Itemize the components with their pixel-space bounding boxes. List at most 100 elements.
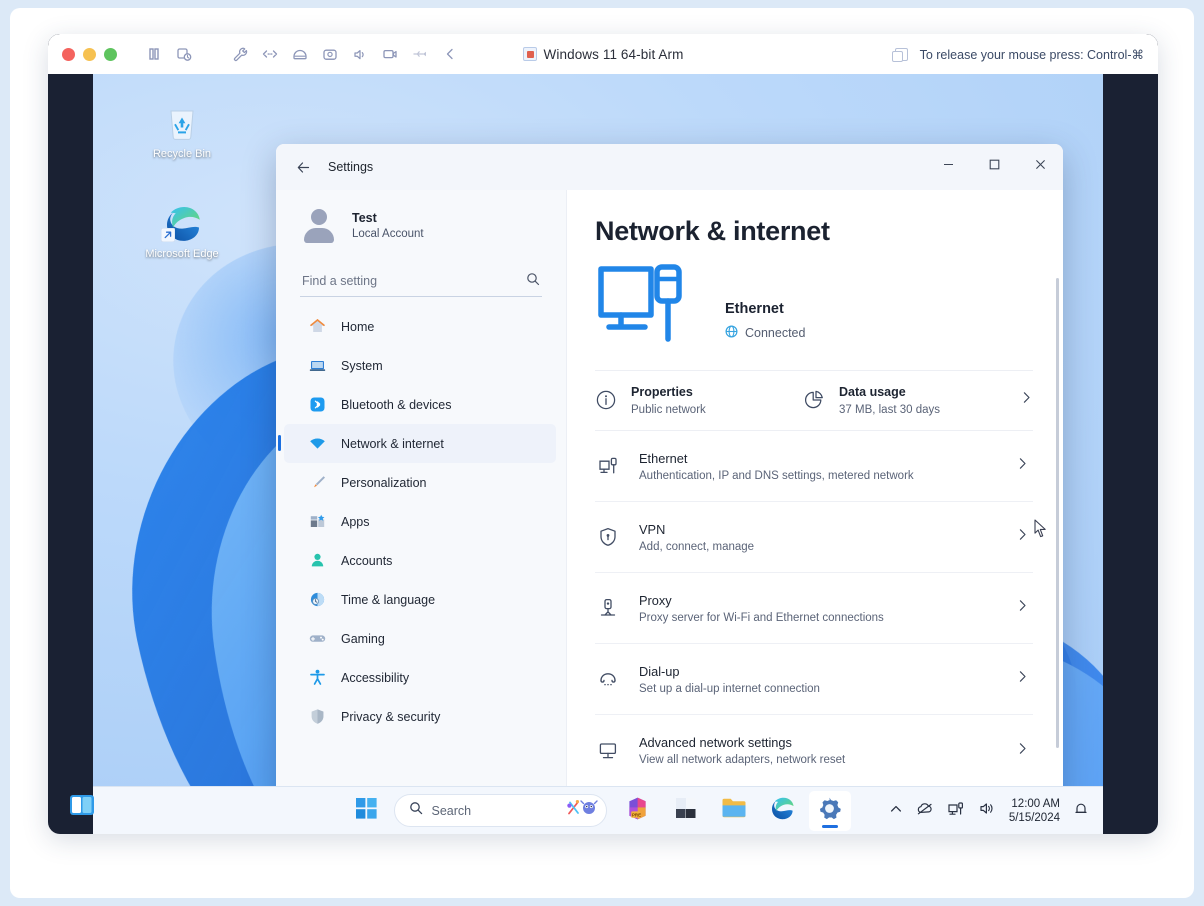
sidebar-toggle-icon	[69, 794, 95, 821]
accounts-icon	[308, 551, 327, 570]
sidebar-item-label: Accessibility	[341, 670, 410, 685]
settings-nav: Home System Bluetooth & devices Network …	[276, 307, 566, 736]
fullscreen-icon[interactable]	[891, 47, 908, 62]
main-scrollbar[interactable]	[1056, 278, 1059, 748]
avatar	[300, 206, 338, 244]
bluetooth-icon	[308, 395, 327, 414]
taskbar-clock[interactable]: 12:00 AM 5/15/2024	[1009, 797, 1060, 825]
row-title: Ethernet	[639, 450, 688, 466]
speaker-icon[interactable]	[978, 801, 996, 821]
chevron-right-icon	[1016, 457, 1029, 475]
taskbar-item-file-explorer[interactable]	[713, 791, 755, 831]
wifi-icon	[308, 434, 327, 453]
chevron-up-icon[interactable]	[889, 802, 903, 821]
panel-toggle-button[interactable]	[56, 785, 108, 829]
quick-action-data-usage[interactable]: Data usage 37 MB, last 30 days	[803, 383, 1033, 416]
sidebar-item-accessibility[interactable]: Accessibility	[284, 658, 556, 697]
taskbar-item-microsoft-edge[interactable]	[761, 791, 803, 831]
minimize-button[interactable]	[925, 144, 971, 184]
sidebar-item-label: Network & internet	[341, 436, 444, 451]
back-button[interactable]	[288, 152, 318, 182]
copilot-icon[interactable]	[566, 797, 600, 824]
speaker-icon[interactable]	[345, 41, 375, 67]
desktop-icon-microsoft-edge[interactable]: Microsoft Edge	[141, 202, 223, 261]
profile-name: Test	[352, 210, 377, 225]
desktop-icon-label: Microsoft Edge	[145, 248, 219, 260]
camera-icon[interactable]	[315, 41, 345, 67]
taskbar-item-settings[interactable]	[808, 790, 851, 831]
recycle-bin-icon	[161, 102, 203, 144]
settings-row-dial-up[interactable]: Dial-up Set up a dial-up internet connec…	[595, 644, 1033, 715]
search-input[interactable]	[300, 274, 542, 288]
snapshot-icon[interactable]	[169, 41, 199, 67]
settings-row-vpn[interactable]: VPN Add, connect, manage	[595, 502, 1033, 573]
sidebar-item-label: Gaming	[341, 631, 385, 646]
disk-icon[interactable]	[285, 41, 315, 67]
brush-icon	[308, 473, 327, 492]
network-code-icon[interactable]	[255, 41, 285, 67]
close-button[interactable]	[1017, 144, 1063, 184]
sidebar-item-label: Apps	[341, 514, 370, 529]
windows-desktop[interactable]: Recycle Bin Microsoft Edge Settings Test…	[93, 74, 1103, 834]
vm-title-text: Windows 11 64-bit Arm	[543, 46, 684, 62]
settings-titlebar: Settings	[276, 144, 1063, 190]
sidebar-item-apps[interactable]: Apps	[284, 502, 556, 541]
minimize-dot[interactable]	[83, 47, 96, 61]
clock-globe-icon	[308, 590, 327, 609]
chevron-right-icon	[1016, 742, 1029, 760]
desktop-icon-recycle-bin[interactable]: Recycle Bin	[141, 102, 223, 161]
sidebar-item-personalization[interactable]: Personalization	[284, 463, 556, 502]
sidebar-item-network-internet[interactable]: Network & internet	[278, 424, 556, 463]
dialup-icon	[595, 668, 621, 690]
settings-body: Test Local Account Find a setting Home S…	[276, 190, 1063, 809]
edge-icon	[769, 795, 795, 826]
sidebar-item-label: Time & language	[341, 592, 436, 607]
taskbar-item-widgets[interactable]	[665, 791, 707, 831]
pause-icon[interactable]	[139, 41, 169, 67]
settings-row-advanced-network-settings[interactable]: Advanced network settings View all netwo…	[595, 715, 1033, 786]
sidebar-item-label: Personalization	[341, 475, 427, 490]
row-title: Proxy	[639, 592, 672, 608]
windows-start-icon	[356, 797, 377, 824]
taskbar-item-microsoft-365[interactable]: PRE	[617, 791, 659, 831]
sidebar-item-accounts[interactable]: Accounts	[284, 541, 556, 580]
sidebar-item-gaming[interactable]: Gaming	[284, 619, 556, 658]
page-title: Network & internet	[595, 216, 830, 246]
search-icon	[409, 801, 423, 820]
sidebar-item-label: Privacy & security	[341, 709, 441, 724]
quick-action-properties[interactable]: Properties Public network	[595, 383, 803, 416]
sidebar-item-privacy-security[interactable]: Privacy & security	[284, 697, 556, 736]
settings-search[interactable]	[300, 266, 542, 297]
bell-icon[interactable]	[1073, 801, 1089, 822]
sidebar-item-bluetooth-devices[interactable]: Bluetooth & devices	[284, 385, 556, 424]
apps-icon	[308, 512, 327, 531]
clock-date: 5/15/2024	[1008, 812, 1060, 824]
chevron-right-icon	[1016, 599, 1029, 617]
sidebar-item-time-language[interactable]: Time & language	[284, 580, 556, 619]
connection-status-label: Connected	[745, 326, 806, 340]
settings-row-ethernet[interactable]: Ethernet Authentication, IP and DNS sett…	[595, 431, 1033, 502]
sidebar-item-label: Accounts	[341, 553, 393, 568]
zoom-dot[interactable]	[104, 47, 117, 61]
settings-row-proxy[interactable]: Proxy Proxy server for Wi-Fi and Etherne…	[595, 573, 1033, 644]
svg-text:PRE: PRE	[632, 812, 641, 817]
sidebar-item-home[interactable]: Home	[284, 307, 556, 346]
row-subtitle: Set up a dial-up internet connection	[639, 682, 820, 695]
cloud-offline-icon[interactable]	[916, 801, 934, 821]
vm-screen: Recycle Bin Microsoft Edge Settings Test…	[93, 74, 1103, 834]
system-tray: 12:00 AM 5/15/2024	[889, 787, 1095, 834]
network-icon[interactable]	[947, 801, 965, 821]
chevron-left-icon[interactable]	[435, 41, 465, 67]
vm-toolbar: Windows 11 64-bit Arm To release your mo…	[48, 34, 1158, 74]
taskbar-search[interactable]: Search	[393, 794, 607, 827]
ethernet-monitor-icon	[595, 259, 703, 364]
close-dot[interactable]	[62, 47, 75, 61]
start-button[interactable]	[346, 791, 388, 831]
user-profile[interactable]: Test Local Account	[276, 190, 566, 260]
maximize-button[interactable]	[971, 144, 1017, 184]
usb-icon[interactable]	[405, 41, 435, 67]
quick-action-title: Data usage	[839, 385, 906, 399]
wrench-icon[interactable]	[225, 41, 255, 67]
sidebar-item-system[interactable]: System	[284, 346, 556, 385]
video-icon[interactable]	[375, 41, 405, 67]
